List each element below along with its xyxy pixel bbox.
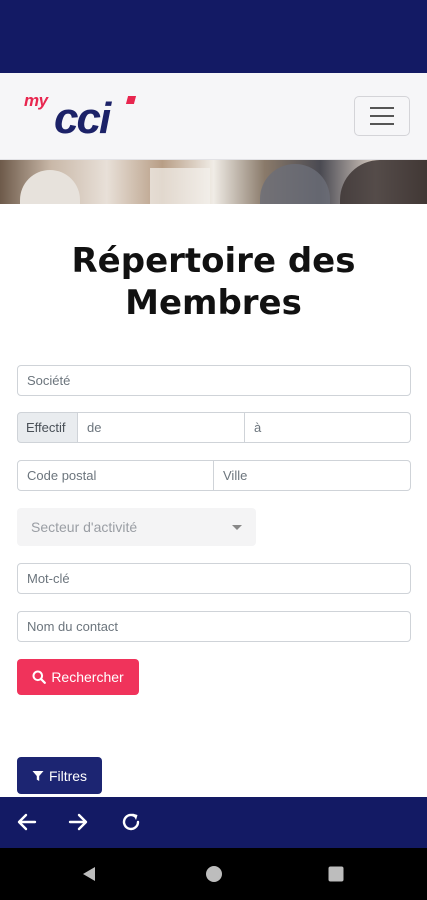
effectif-from-input[interactable]: de [78,412,245,443]
nav-home-icon[interactable] [205,865,223,883]
menu-toggle-button[interactable] [354,96,410,136]
filters-button[interactable]: Filtres [17,757,102,794]
reload-icon[interactable] [119,810,143,834]
effectif-label: Effectif [17,412,78,443]
logo-prefix: my [24,91,48,110]
filters-button-label: Filtres [48,767,88,784]
caret-down-icon [232,525,242,530]
arrow-left-icon[interactable] [15,810,39,834]
page-title: Répertoire des Membres [71,241,356,323]
mycci-logo[interactable]: my cci [24,87,144,147]
search-button[interactable]: Rechercher [17,659,139,695]
search-button-label: Rechercher [51,669,124,685]
android-nav-bar [0,848,427,900]
secteur-select[interactable]: Secteur d'activité [17,508,256,546]
app-header: my cci [0,73,427,160]
logo-main: cci [54,94,111,143]
ville-input[interactable]: Ville [214,460,411,491]
hamburger-icon [370,107,394,109]
effectif-to-input[interactable]: à [245,412,411,443]
filter-icon [32,770,44,781]
code-postal-input[interactable]: Code postal [17,460,214,491]
arrow-right-icon[interactable] [66,810,90,834]
logo-accent [125,96,137,104]
browser-toolbar [0,797,427,848]
header-banner-image [0,160,427,204]
secteur-select-value: Secteur d'activité [31,519,138,535]
mot-cle-input[interactable]: Mot-clé [17,563,411,594]
nav-back-icon[interactable] [80,865,98,883]
nav-recents-icon[interactable] [328,866,344,882]
location-group: Code postal Ville [17,460,411,491]
search-icon [32,670,47,684]
status-bar [0,0,427,73]
societe-input[interactable]: Société [17,365,411,396]
contact-input[interactable]: Nom du contact [17,611,411,642]
effectif-group: Effectif de à [17,412,411,443]
